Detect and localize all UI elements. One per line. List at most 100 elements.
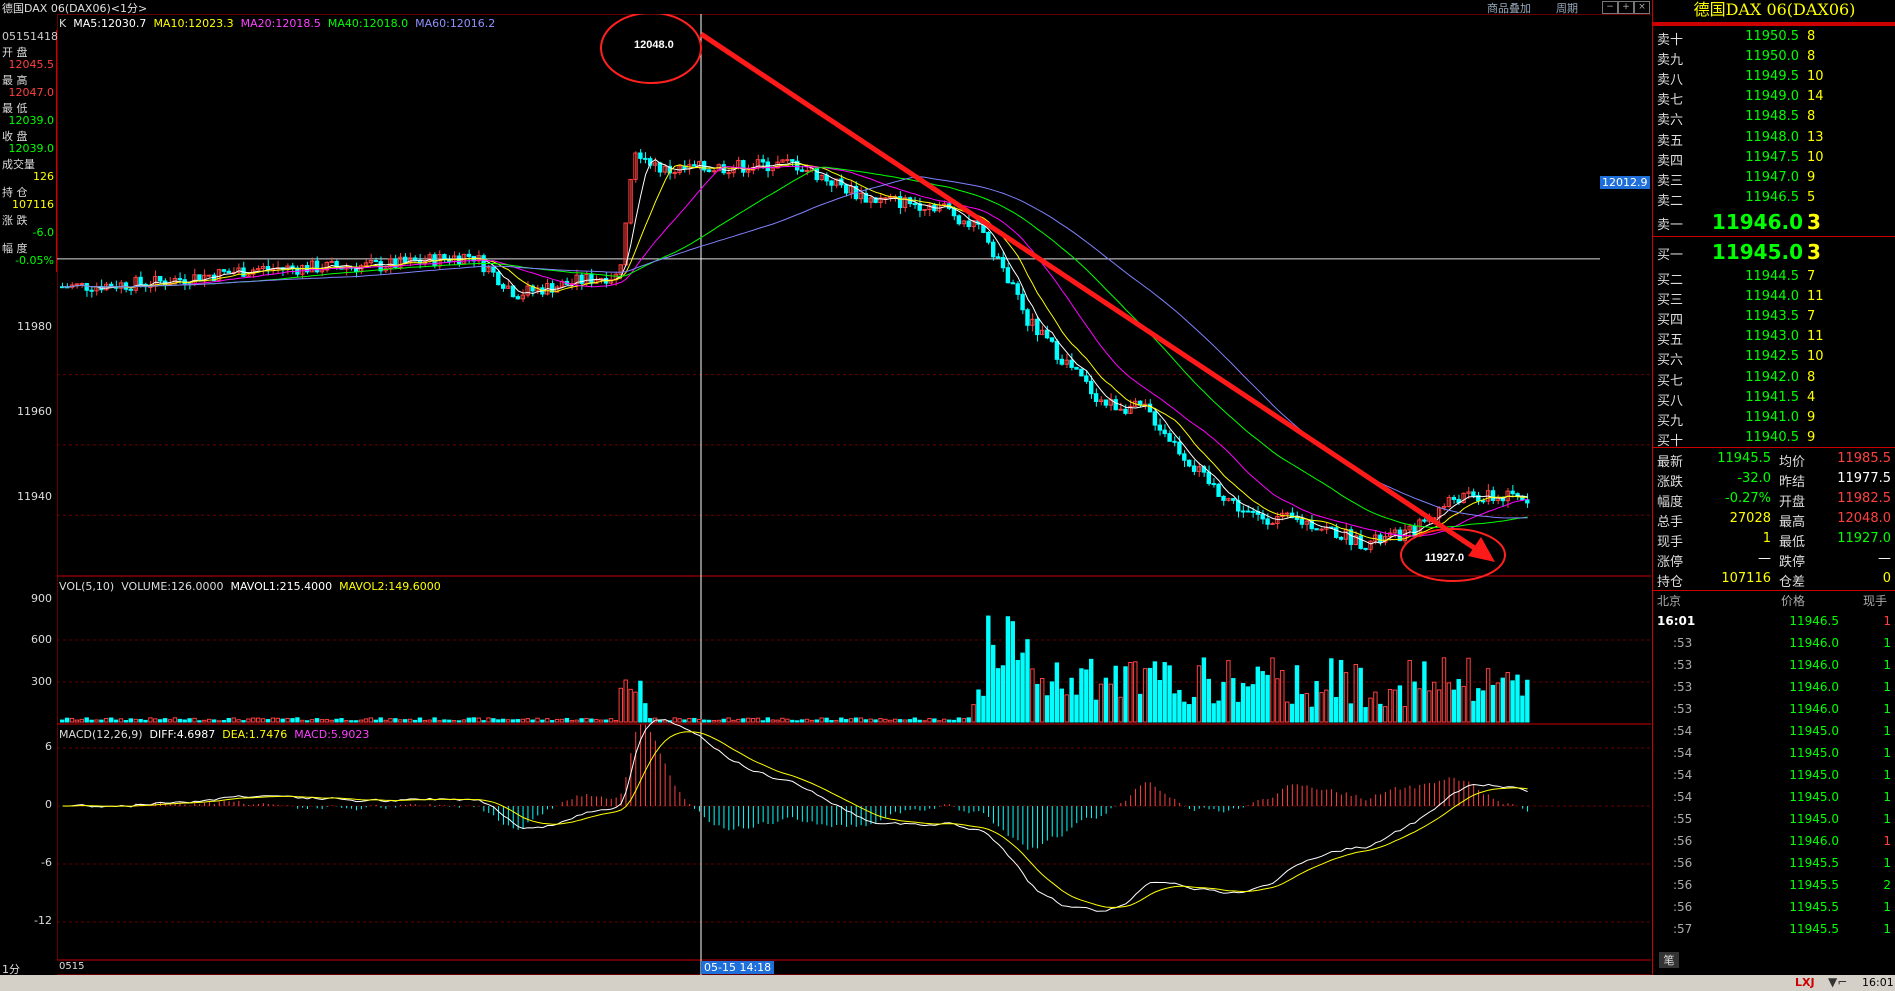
bid-price: 11941.5 xyxy=(1745,389,1799,405)
bid-row[interactable]: 买二 11944.5 7 xyxy=(1653,269,1895,289)
info-open-value: 12045.5 xyxy=(8,58,55,71)
macd-tick-label: 0 xyxy=(45,798,52,811)
bid1-row[interactable]: 买一 11945.0 3 xyxy=(1653,240,1895,264)
candle xyxy=(1157,424,1162,431)
volume-bar xyxy=(878,718,883,723)
ask-row[interactable]: 卖三 11947.0 9 xyxy=(1653,170,1895,190)
volume-bar xyxy=(550,720,555,723)
volume-bar xyxy=(1294,665,1300,723)
ask-label: 卖五 xyxy=(1657,133,1684,149)
volume-bar xyxy=(403,719,408,723)
bid-row[interactable]: 买八 11941.5 4 xyxy=(1653,390,1895,410)
trend-arrow-head xyxy=(1468,537,1495,562)
ask-row[interactable]: 卖八 11949.5 10 xyxy=(1653,69,1895,89)
volume-bar xyxy=(863,719,868,723)
info-pct-value: -0.05% xyxy=(15,254,54,267)
legend-ma20: MA20:12018.5 xyxy=(240,17,321,30)
volume-bar xyxy=(1138,693,1143,723)
bid-row[interactable]: 买七 11942.0 8 xyxy=(1653,370,1895,390)
volume-bar xyxy=(809,719,815,723)
volume-bar xyxy=(309,719,315,723)
title-bar: 德国DAX 06(DAX06)<1分> 商品叠加 周期 − + × xyxy=(0,0,1650,15)
candle xyxy=(1035,318,1040,336)
ask-row[interactable]: 卖十 11950.5 8 xyxy=(1653,29,1895,49)
candle xyxy=(1054,340,1060,360)
ticks-tab[interactable]: 笔 xyxy=(1659,952,1679,968)
tick-qty: 1 xyxy=(1883,768,1891,782)
volume-bar xyxy=(1260,671,1265,723)
volume-bar xyxy=(540,719,545,723)
volume-bar xyxy=(280,718,285,723)
candle xyxy=(501,284,506,289)
info-label: 仓差 xyxy=(1779,575,1806,590)
ask-label: 卖八 xyxy=(1657,73,1684,89)
bid-row[interactable]: 买四 11943.5 7 xyxy=(1653,309,1895,329)
candle xyxy=(1211,483,1216,486)
zoom-out-icon[interactable]: − xyxy=(1602,1,1618,14)
volume-bar xyxy=(1515,674,1520,723)
zoom-in-icon[interactable]: + xyxy=(1618,1,1634,14)
hline-price-tag: 12012.9 xyxy=(1600,176,1650,189)
volume-bar xyxy=(525,718,530,723)
candle xyxy=(814,167,819,181)
signal-icon: ▼⌐ xyxy=(1828,975,1848,989)
candle xyxy=(760,159,766,163)
candle xyxy=(265,266,271,270)
ask-row[interactable]: 卖六 11948.5 8 xyxy=(1653,109,1895,129)
volume-bar xyxy=(755,717,761,723)
candle xyxy=(128,288,134,291)
bid-row[interactable]: 买九 11941.0 9 xyxy=(1653,410,1895,430)
volume-bar xyxy=(1397,685,1403,723)
candle xyxy=(1182,453,1187,461)
ask-qty: 8 xyxy=(1807,109,1816,125)
bid-row[interactable]: 买六 11942.5 10 xyxy=(1653,349,1895,369)
candle xyxy=(466,253,472,257)
volume-bar xyxy=(1427,690,1432,723)
volume-bar xyxy=(1177,689,1182,723)
ask-row[interactable]: 卖二 11946.5 5 xyxy=(1653,190,1895,210)
candle xyxy=(1299,518,1305,525)
volume-bar xyxy=(986,615,991,723)
tick-qty: 1 xyxy=(1883,746,1891,760)
ask-row[interactable]: 卖五 11948.0 13 xyxy=(1653,130,1895,150)
volume-bar xyxy=(60,719,65,723)
volume-bar xyxy=(799,719,805,723)
ask1-row[interactable]: 卖一 11946.0 3 xyxy=(1653,210,1895,234)
volume-bar xyxy=(314,718,320,723)
volume-bar xyxy=(123,720,129,723)
tick-time: :54 xyxy=(1673,746,1693,760)
bid-row[interactable]: 买五 11943.0 11 xyxy=(1653,329,1895,349)
ask-label: 卖六 xyxy=(1657,113,1684,129)
tick-row: :56 11946.0 1 xyxy=(1653,834,1895,856)
volume-bar xyxy=(1476,688,1481,723)
volume-bar xyxy=(1299,694,1305,723)
ask-row[interactable]: 卖四 11947.5 10 xyxy=(1653,150,1895,170)
ask-row[interactable]: 卖七 11949.0 14 xyxy=(1653,89,1895,109)
price-tick-label: 11960 xyxy=(17,405,52,418)
volume-bar xyxy=(109,717,114,723)
bid-price: 11942.5 xyxy=(1745,349,1799,365)
kline-chart[interactable]: 12048.0 11927.0 xyxy=(57,14,1651,976)
volume-bar xyxy=(226,718,232,723)
vol-legend-mavol1: MAVOL1:215.4000 xyxy=(230,580,333,593)
volume-bar xyxy=(599,719,604,723)
volume-bar xyxy=(99,719,104,723)
ask-price: 11949.5 xyxy=(1745,69,1799,85)
volume-bar xyxy=(290,718,295,723)
ask-row[interactable]: 卖九 11950.0 8 xyxy=(1653,49,1895,69)
close-icon[interactable]: × xyxy=(1634,1,1650,14)
bid-row[interactable]: 买三 11944.0 11 xyxy=(1653,289,1895,309)
candle xyxy=(403,256,408,263)
candle xyxy=(1265,518,1270,525)
bar-info-panel: 05151418 开 盘 12045.5 最 高 12047.0 最 低 120… xyxy=(0,30,58,272)
volume-bar xyxy=(594,718,599,723)
volume-bar xyxy=(133,718,138,723)
macd-legend: MACD(12,26,9) DIFF:4.6987 DEA:1.7476 MAC… xyxy=(59,728,369,741)
volume-bar xyxy=(1265,674,1270,723)
bid-label: 买五 xyxy=(1657,333,1684,349)
volume-bar xyxy=(182,719,187,723)
volume-bar xyxy=(706,719,712,723)
bid-label: 买二 xyxy=(1657,273,1684,288)
candle xyxy=(643,157,648,160)
volume-bar xyxy=(834,719,839,723)
